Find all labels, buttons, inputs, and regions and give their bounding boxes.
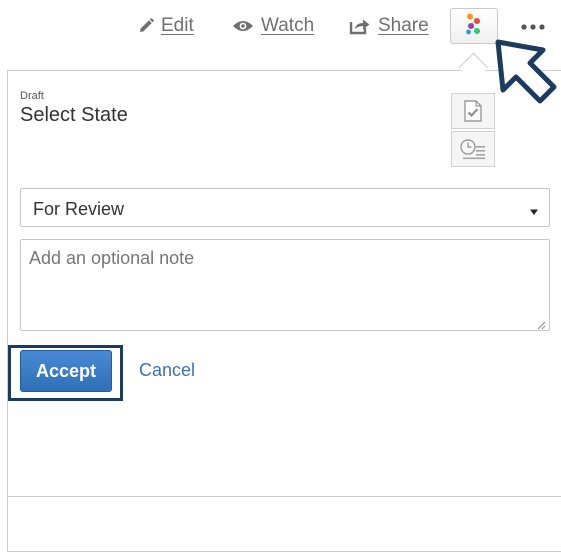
edit-button[interactable]: Edit xyxy=(137,0,194,52)
workflow-icon xyxy=(465,13,483,40)
state-select[interactable]: For Review xyxy=(20,188,550,227)
pencil-icon xyxy=(137,17,161,35)
divider xyxy=(7,496,561,497)
state-select-value: For Review xyxy=(33,199,125,219)
share-label: Share xyxy=(378,15,429,36)
more-icon xyxy=(521,17,545,35)
current-state-label: Draft xyxy=(20,90,44,102)
watch-label: Watch xyxy=(261,15,315,36)
cursor-arrow-icon xyxy=(490,36,561,111)
resize-handle-icon[interactable] xyxy=(536,317,546,335)
share-icon xyxy=(349,17,378,35)
watch-button[interactable]: Watch xyxy=(232,0,314,52)
eye-icon xyxy=(232,19,261,33)
accept-button[interactable]: Accept xyxy=(20,350,112,392)
cancel-link[interactable]: Cancel xyxy=(139,360,195,381)
edit-label: Edit xyxy=(161,15,194,36)
panel-title: Select State xyxy=(20,104,128,126)
note-field[interactable] xyxy=(20,239,550,331)
dropdown-arrow-icon xyxy=(529,203,539,221)
share-button[interactable]: Share xyxy=(349,0,429,52)
approve-icon[interactable] xyxy=(451,93,495,129)
history-icon[interactable] xyxy=(451,131,495,167)
